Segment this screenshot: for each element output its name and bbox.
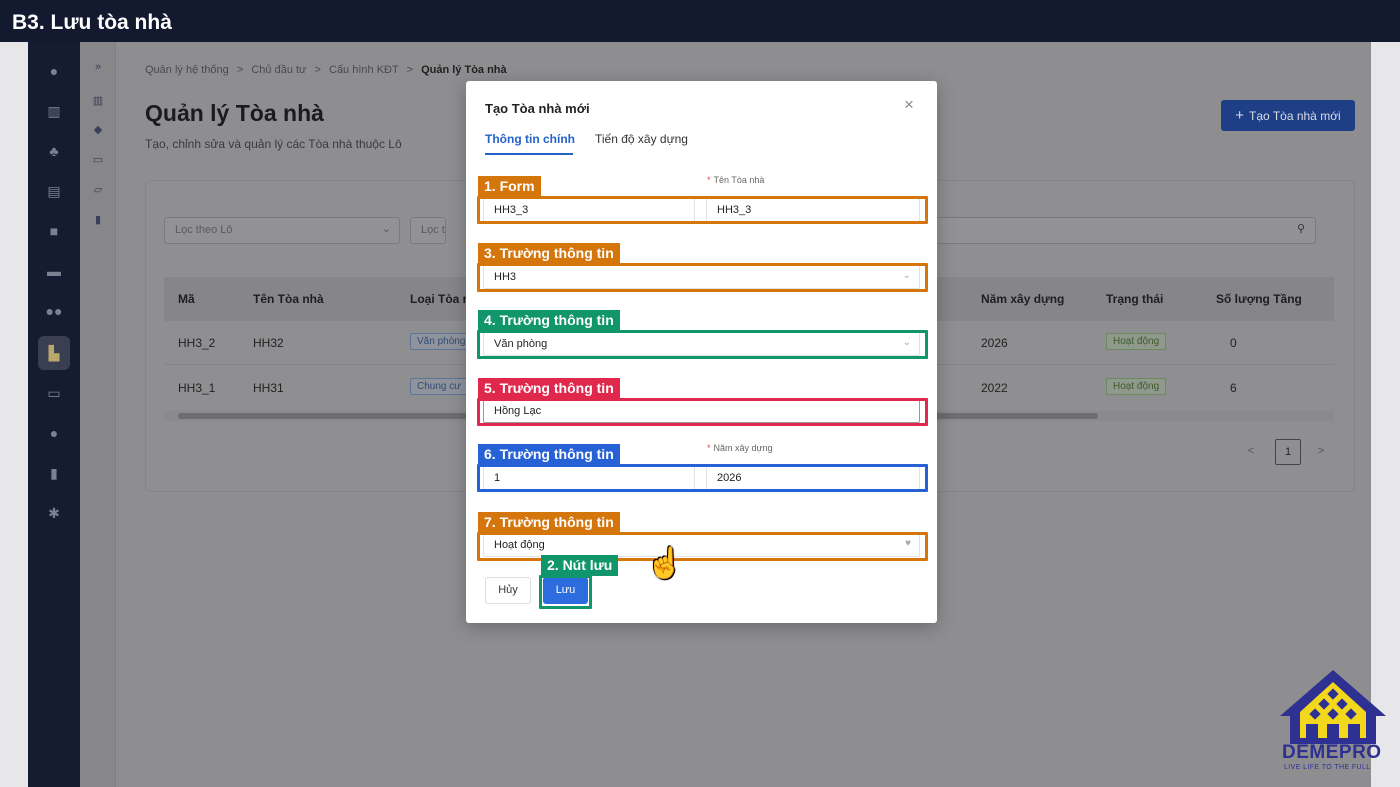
active-tab-indicator [485,153,573,155]
pointer-hand-icon: ☝ [646,547,684,580]
annotation-field-3-box [477,263,928,292]
cell-code: HH3_1 [178,381,216,395]
chevron-down-icon: ⌄ [381,223,391,235]
breadcrumb-item[interactable]: Quản lý hệ thống [145,64,229,76]
cell-code: HH3_2 [178,336,216,350]
modal-title: Tạo Tòa nhà mới [485,101,590,116]
users-icon[interactable]: ●● [38,296,70,326]
logo-slogan-text: LIVE LIFE TO THE FULL [1284,764,1371,771]
col-code: Mã [178,292,195,306]
search-icon: ⚲ [1296,223,1305,235]
logo-house-icon [1280,670,1386,744]
year-label-text: Năm xây dựng [713,443,773,453]
lot-filter-placeholder: Lọc theo Lô [175,224,233,236]
close-icon[interactable]: × [904,95,914,115]
settings-icon[interactable]: ✱ [38,498,70,528]
annotation-field-5-box [477,398,928,426]
plus-icon: + [1235,107,1245,124]
col-name: Tên Tòa nhà [253,292,324,306]
tag-icon[interactable]: ◆ [88,120,108,140]
building-icon[interactable]: ▥ [38,96,70,126]
breadcrumb-current: Quản lý Tòa nhà [421,64,507,76]
breadcrumb: Quản lý hệ thống > Chủ đầu tư > Cấu hình… [145,64,507,76]
add-building-label: Tạo Tòa nhà mới [1249,109,1341,123]
add-building-button[interactable]: + Tạo Tòa nhà mới [1221,100,1355,131]
store-icon[interactable]: ▭ [38,378,70,408]
required-mark: * [707,443,711,453]
bank-icon[interactable]: ▥ [88,91,108,111]
type-badge: Chung cư [410,378,468,395]
shop-icon[interactable]: ▭ [88,150,108,170]
annotation-form-label: 1. Form [478,176,541,197]
type-badge: Văn phòng [410,333,473,350]
breadcrumb-sep: > [406,64,414,76]
inbox-icon[interactable]: ▱ [88,180,108,200]
chart-icon[interactable]: ▮ [38,458,70,488]
pager-page[interactable]: 1 [1275,439,1301,465]
col-floors: Số lượng Tầng [1216,292,1302,306]
demepro-logo: DEMEPRO LIVE LIFE TO THE FULL [1278,668,1388,778]
status-badge: Hoạt động [1106,378,1167,395]
annotation-field-4-box [477,330,928,359]
annotation-form-box [477,196,928,224]
cell-year: 2026 [981,336,1008,350]
tab-construction-progress[interactable]: Tiến độ xây dựng [595,132,688,146]
expand-icon[interactable]: » [88,57,108,77]
breadcrumb-item[interactable]: Chủ đầu tư [251,64,306,76]
tab-main-info[interactable]: Thông tin chính [485,132,575,146]
briefcase-icon[interactable]: ■ [38,216,70,246]
annotation-field-6-box [477,464,928,492]
building-name-label: * Tên Tòa nhà [707,175,764,185]
second-filter-placeholder: Lọc t [421,224,445,236]
required-mark: * [707,175,711,185]
search-input[interactable]: ⚲ [926,217,1316,244]
col-year: Năm xây dựng [981,292,1065,306]
pager-next-icon[interactable]: > [1314,439,1328,465]
col-status: Trạng thái [1106,292,1164,306]
page-title: Quản lý Tòa nhà [145,100,324,126]
cell-year: 2022 [981,381,1008,395]
slide-title: B3. Lưu tòa nhà [0,0,1400,42]
cell-floors: 6 [1230,381,1237,395]
building-name-label-text: Tên Tòa nhà [713,175,765,185]
pager-prev-icon[interactable]: < [1244,439,1258,465]
annotation-field-4-label: 4. Trường thông tin [478,310,620,331]
status-badge: Hoạt động [1106,333,1167,350]
year-label: * Năm xây dựng [707,443,773,453]
annotation-save-label: 2. Nút lưu [541,555,619,576]
bus-icon[interactable]: ▮ [88,210,108,230]
cancel-button[interactable]: Hủy [485,577,531,604]
user-icon[interactable]: ● [38,56,70,86]
annotation-save-box [539,575,592,609]
breadcrumb-sep: > [236,64,244,76]
sub-nav: » ▥ ◆ ▭ ▱ ▮ [80,42,116,787]
annotation-field-3-label: 3. Trường thông tin [478,243,620,264]
cell-floors: 0 [1230,336,1237,350]
cell-name: HH31 [253,381,284,395]
breadcrumb-item[interactable]: Cấu hình KĐT [329,64,399,76]
apartment-icon[interactable]: ▙ [38,336,70,370]
org-icon[interactable]: ♣ [38,136,70,166]
cell-name: HH32 [253,336,284,350]
car-icon[interactable]: ▬ [38,256,70,286]
logo-brand-text: DEMEPRO [1282,742,1382,763]
second-filter-select[interactable]: Lọc t [410,217,446,244]
page-subtitle: Tạo, chỉnh sửa và quản lý các Tòa nhà th… [145,137,402,151]
calculator-icon[interactable]: ▤ [38,176,70,206]
breadcrumb-sep: > [314,64,321,76]
main-nav: ● ▥ ♣ ▤ ■ ▬ ●● ▙ ▭ ● ▮ ✱ [28,42,80,787]
annotation-field-7-label: 7. Trường thông tin [478,512,620,533]
lot-filter-select[interactable]: Lọc theo Lô ⌄ [164,217,400,244]
person-icon[interactable]: ● [38,418,70,448]
col-type: Loại Tòa n [410,292,470,306]
annotation-field-6-label: 6. Trường thông tin [478,444,620,465]
annotation-field-5-label: 5. Trường thông tin [478,378,620,399]
